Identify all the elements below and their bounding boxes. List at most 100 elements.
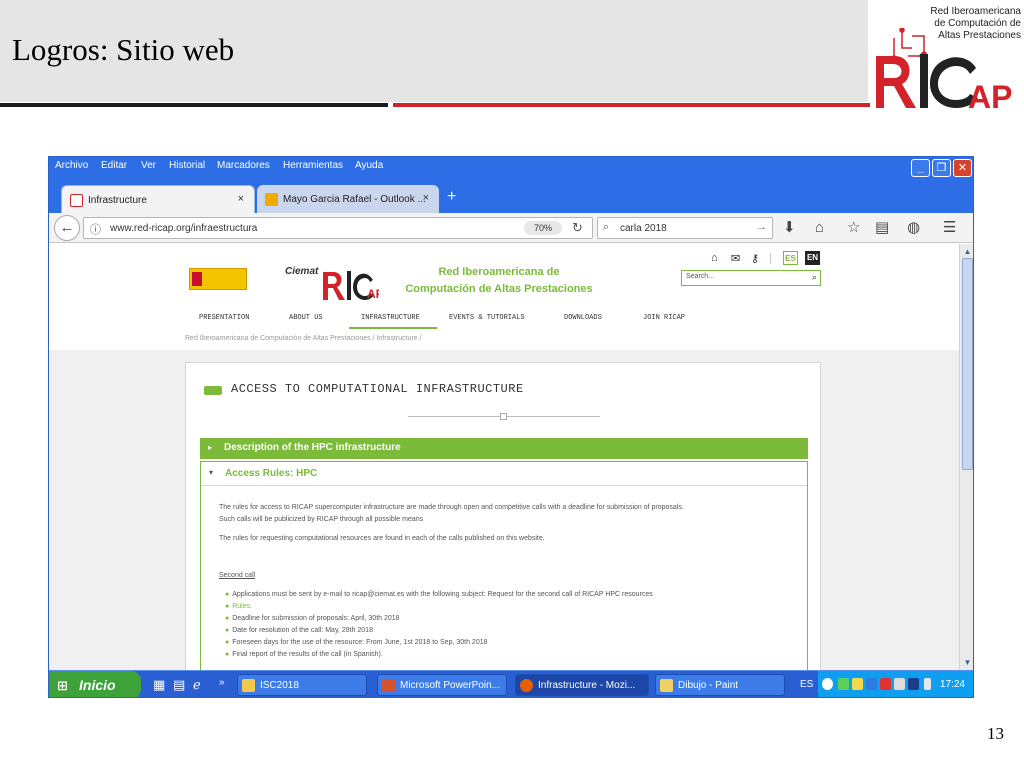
nav-events-tutorials[interactable]: EVENTS & TUTORIALS [449,314,525,322]
site-header: Ciemat AP Red Iberoamericana de Computac… [49,244,959,348]
spanish-government-logo [189,268,247,290]
maximize-button[interactable]: ❐ [932,159,951,177]
new-tab-button[interactable]: + [447,188,456,206]
ricap-wordmark-icon: AP [876,28,1012,110]
home-icon[interactable]: ⌂ [815,219,824,237]
separator-icon: | [769,252,772,264]
site-name[interactable]: Red Iberoamericana de Computación de Alt… [389,264,609,298]
tab-infrastructure[interactable]: Infrastructure × [61,185,255,213]
chevron-right-icon: ▸ [208,443,213,452]
tray-bluetooth-icon[interactable] [866,678,877,690]
minimize-button[interactable]: _ [911,159,930,177]
language-indicator[interactable]: ES [800,679,813,690]
requests-paragraph: The rules for requesting computational r… [219,535,545,542]
rules-paragraph-line2: Such calls will be publicized by RICAP t… [219,516,424,523]
accordion-access-rules: ▾ Access Rules: HPC The rules for access… [200,461,808,670]
quicklaunch-ie-icon[interactable]: ℯ [193,677,201,693]
tray-battery-icon[interactable] [924,678,931,690]
nav-infrastructure[interactable]: INFRASTRUCTURE [361,314,420,322]
mail-icon[interactable]: ✉ [731,252,740,265]
scroll-down-icon[interactable]: ▼ [961,656,973,669]
reload-icon[interactable]: ↻ [572,220,583,236]
key-icon[interactable]: ⚷ [751,252,759,265]
rules-link[interactable]: ● Rules. [225,603,252,610]
nav-presentation[interactable]: PRESENTATION [199,314,249,322]
lang-en-button[interactable]: EN [805,251,820,265]
download-icon[interactable]: ⬇ [783,219,796,237]
reading-list-icon[interactable]: ▤ [875,219,889,237]
ricap-logo: Red Iberoamericana de Computación de Alt… [868,0,1024,112]
url-bar[interactable]: ⓘ www.red-ricap.org/infraestructura 70% … [83,217,593,239]
menu-archivo[interactable]: Archivo [55,160,88,171]
bookmark-star-icon[interactable]: ☆ [847,219,860,237]
site-search-input[interactable]: Search... ⌕ [681,270,821,286]
folder-icon [242,679,255,692]
menu-ayuda[interactable]: Ayuda [355,160,383,171]
list-item: ● Date for resolution of the call: May, 2… [225,627,373,634]
tab-outlook[interactable]: Mayo Garcia Rafael - Outlook ... × [257,185,439,213]
quicklaunch-desktop-icon[interactable]: ▦ [153,677,165,693]
scroll-up-icon[interactable]: ▲ [961,245,973,258]
vertical-scrollbar[interactable]: ▲ ▼ [959,244,973,670]
site-ricap-logo-icon: AP [323,271,379,301]
menu-marcadores[interactable]: Marcadores [217,160,270,171]
site-home-icon[interactable]: ⌂ [711,252,718,264]
tab-strip: Infrastructure × Mayo Garcia Rafael - Ou… [49,179,973,213]
accordion-header[interactable]: ▾ Access Rules: HPC [201,462,807,486]
site-search-placeholder: Search... [686,273,715,280]
menu-ver[interactable]: Ver [141,160,156,171]
accordion-hpc-description[interactable]: ▸ Description of the HPC infrastructure [200,438,808,459]
search-go-icon[interactable]: → [756,221,767,233]
active-nav-indicator [349,327,437,329]
list-item: ● Deadline for submission of proposals: A… [225,615,400,622]
nav-about-us[interactable]: ABOUT US [289,314,323,322]
menu-editar[interactable]: Editar [101,160,127,171]
extension-icon[interactable]: ◍ [907,219,920,237]
url-text[interactable]: www.red-ricap.org/infraestructura [110,223,257,234]
slide-title: Logros: Sitio web [12,32,235,67]
task-paint[interactable]: Dibujo - Paint [655,674,785,696]
task-powerpoint[interactable]: Microsoft PowerPoin... [377,674,507,696]
tray-display-icon[interactable] [894,678,905,690]
menu-bar: Archivo Editar Ver Historial Marcadores … [49,157,973,179]
tab-label: Mayo Garcia Rafael - Outlook ... [283,194,426,205]
close-window-button[interactable]: ✕ [953,159,972,177]
search-bar[interactable]: ⌕ carla 2018 → [597,217,773,239]
menu-historial[interactable]: Historial [169,160,205,171]
tray-security-icon[interactable] [852,678,863,690]
tray-alert-icon[interactable] [880,678,891,690]
nav-join-ricap[interactable]: JOIN RICAP [643,314,685,322]
search-value[interactable]: carla 2018 [620,223,667,234]
slide-header: Logros: Sitio web [0,0,868,102]
svg-text:AP: AP [367,287,379,301]
task-firefox[interactable]: Infrastructure - Mozi... [515,674,649,696]
info-icon[interactable]: ⓘ [90,221,101,237]
quicklaunch-folder-icon[interactable]: ▤ [173,677,185,693]
tray-network-icon[interactable] [838,678,849,690]
zoom-indicator[interactable]: 70% [524,221,562,235]
quicklaunch-more-icon[interactable]: » [219,677,225,688]
scroll-thumb[interactable] [962,258,973,470]
rules-paragraph-line1: The rules for access to RICAP supercompu… [219,504,684,511]
close-tab-icon[interactable]: × [238,193,244,205]
accordion-label: Access Rules: HPC [225,468,318,479]
lang-es-button[interactable]: ES [783,251,798,265]
tray-app-icon[interactable] [908,678,919,690]
divider-ornament [500,413,507,420]
nav-downloads[interactable]: DOWNLOADS [564,314,602,322]
clock[interactable]: 17:24 [940,679,965,690]
close-tab-icon[interactable]: × [423,192,429,204]
back-button[interactable]: ← [54,215,80,241]
site-search-icon[interactable]: ⌕ [812,272,817,283]
hamburger-menu-icon[interactable]: ☰ [943,219,956,237]
section-title: ACCESS TO COMPUTATIONAL INFRASTRUCTURE [231,382,524,396]
start-button[interactable]: ⊞ Inicio [49,671,141,697]
task-isc2018[interactable]: ISC2018 [237,674,367,696]
menu-herramientas[interactable]: Herramientas [283,160,343,171]
paint-icon [660,679,673,692]
list-item: ● Foreseen days for the use of the resour… [225,639,488,646]
firefox-window: Archivo Editar Ver Historial Marcadores … [48,156,974,698]
tray-expand-icon[interactable] [822,678,833,690]
list-item: ● Applications must be sent by e-mail to … [225,591,653,598]
breadcrumb[interactable]: Red Iberoamericana de Computación de Alt… [185,335,422,342]
